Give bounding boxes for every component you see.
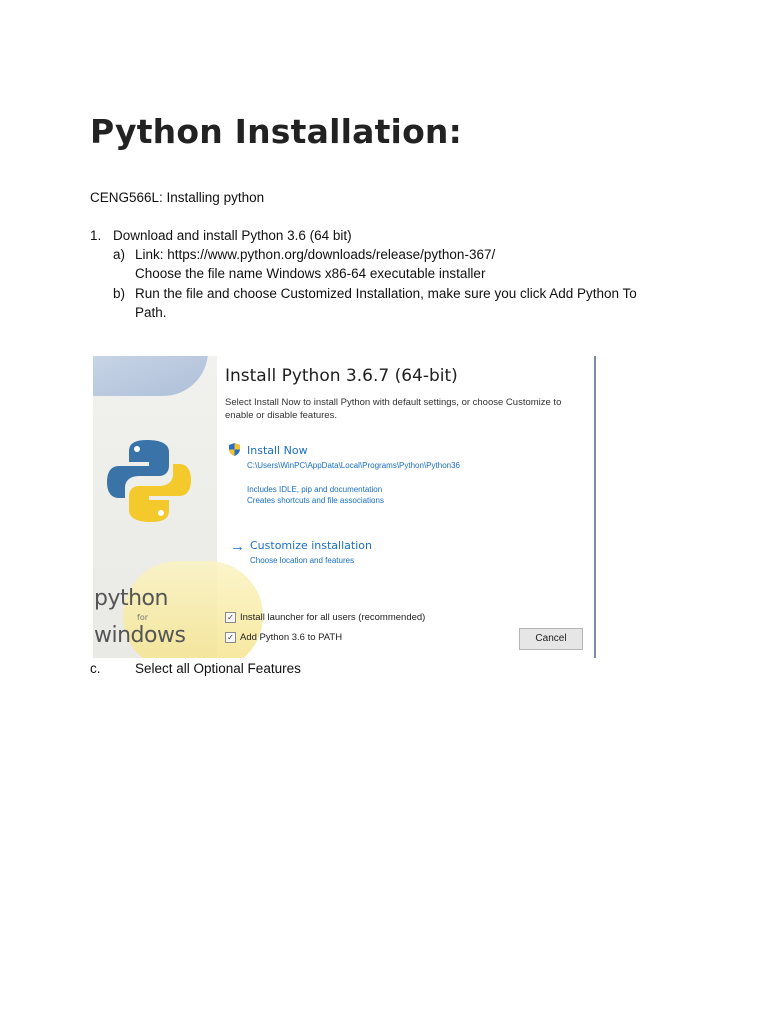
launcher-checkbox-label: Install launcher for all users (recommen…: [240, 612, 426, 623]
page-title: Python Installation:: [90, 112, 463, 151]
shield-icon: [229, 443, 240, 456]
customize-installation-link[interactable]: Customize installation: [250, 539, 372, 552]
customize-installation-sub: Choose location and features: [250, 556, 355, 565]
step-1-number: 1.: [90, 228, 102, 243]
launcher-checkbox[interactable]: ✓: [225, 612, 236, 623]
installer-sidebar: python for windows: [93, 356, 263, 658]
shield-icon-bottom: [229, 449, 235, 456]
python-logo-icon: [107, 440, 191, 522]
step-b-text: Run the file and choose Customized Insta…: [135, 286, 637, 320]
add-to-path-checkbox[interactable]: ✓: [225, 632, 236, 643]
install-now-info-1: Includes IDLE, pip and documentation: [247, 485, 383, 494]
step-c-text: Select all Optional Features: [135, 661, 301, 676]
install-now-info-2: Creates shortcuts and file associations: [247, 496, 384, 505]
python-logo-blue-eye: [134, 446, 140, 452]
launcher-checkbox-row[interactable]: ✓ Install launcher for all users (recomm…: [225, 612, 425, 623]
step-a-note: Choose the file name Windows x86-64 exec…: [135, 266, 486, 281]
brand-word-python: python: [94, 586, 168, 611]
install-now-link[interactable]: Install Now: [247, 444, 308, 457]
step-a-label: a): [113, 247, 126, 262]
subtitle: CENG566L: Installing python: [90, 190, 265, 205]
python-logo-yellow-eye: [158, 510, 164, 516]
arrow-right-icon: →: [230, 538, 245, 555]
sidebar-decoration-top: [93, 356, 208, 396]
installer-description: Select Install Now to install Python wit…: [225, 397, 562, 421]
step-c-label: c.: [90, 661, 101, 676]
installer-title: Install Python 3.6.7 (64-bit): [225, 366, 458, 386]
install-path: C:\Users\WinPC\AppData\Local\Programs\Py…: [247, 461, 460, 470]
download-link-text[interactable]: Link: https://www.python.org/downloads/r…: [135, 245, 495, 264]
add-to-path-checkbox-label: Add Python 3.6 to PATH: [240, 632, 343, 643]
brand-word-windows: windows: [94, 623, 186, 648]
step-1-text: Download and install Python 3.6 (64 bit): [113, 228, 352, 243]
shield-icon-right: [234, 443, 240, 450]
cancel-button[interactable]: Cancel: [519, 628, 583, 650]
add-to-path-checkbox-row[interactable]: ✓ Add Python 3.6 to PATH: [225, 632, 342, 643]
brand-word-for: for: [137, 613, 148, 622]
installer-screenshot: python for windows Install Python 3.6.7 …: [93, 356, 596, 658]
step-b-label: b): [113, 286, 126, 301]
